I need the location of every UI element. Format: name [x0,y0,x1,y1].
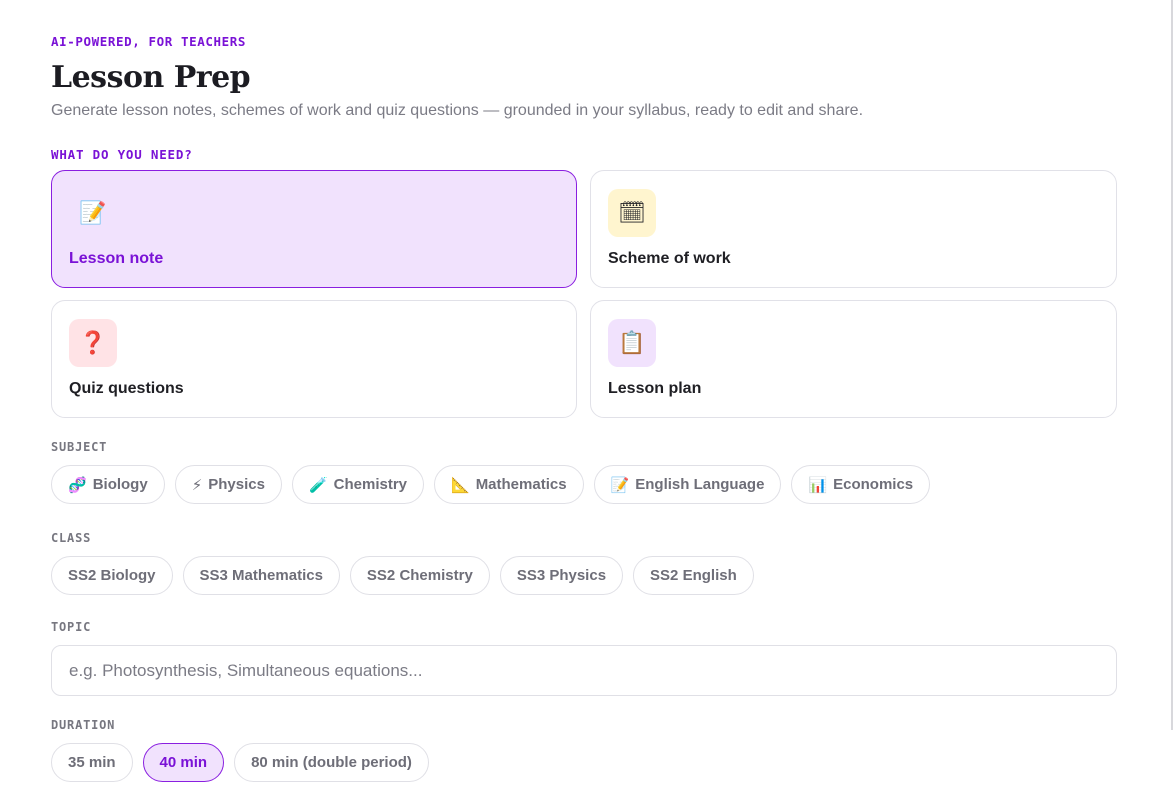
triangle-ruler-icon: 📐 [451,475,470,494]
subject-pill-label: Chemistry [333,476,407,493]
class-pill-ss3-physics[interactable]: SS3 Physics [499,556,624,595]
class-pill-ss2-chemistry[interactable]: SS2 Chemistry [349,556,490,595]
output-card-scheme-of-work[interactable]: 🗓 Scheme of work [590,170,1117,288]
memo-icon: 📝 [69,189,117,237]
subject-pill-row: 🧬 Biology ⚡ Physics 🧪 Chemistry 📐 Mathematic… [51,465,931,504]
subject-pill-biology[interactable]: 🧬 Biology [51,465,165,504]
subject-pill-economics[interactable]: 📊 Economics [791,465,931,504]
clipboard-icon: 📋 [608,319,656,367]
subject-pill-label: Mathematics [475,476,567,493]
topic-section-label: TOPIC [51,620,92,634]
bar-chart-icon: 📊 [808,475,828,494]
class-section-label: CLASS [51,531,92,545]
subject-pill-english-language[interactable]: 📝 English Language [593,465,782,504]
class-pill-ss3-mathematics[interactable]: SS3 Mathematics [182,556,340,595]
class-pill-row: SS2 Biology SS3 Mathematics SS2 Chemistr… [51,556,754,595]
page-title: Lesson Prep [51,60,251,95]
duration-pill-40-min[interactable]: 40 min [142,743,225,782]
duration-pill-35-min[interactable]: 35 min [51,743,133,782]
class-pill-ss2-biology[interactable]: SS2 Biology [51,556,173,595]
output-card-label: Quiz questions [69,380,184,397]
duration-pill-80-min[interactable]: 80 min (double period) [234,743,429,782]
output-card-label: Lesson note [69,250,164,267]
class-pill-ss2-english[interactable]: SS2 English [633,556,754,595]
output-card-lesson-plan[interactable]: 📋 Lesson plan [590,300,1117,418]
question-mark-icon: ❓ [69,319,117,367]
output-card-quiz-questions[interactable]: ❓ Quiz questions [51,300,577,418]
duration-section-label: DURATION [51,718,116,732]
topic-input[interactable] [51,645,1117,696]
subject-pill-label: Economics [833,476,914,493]
subject-pill-label: Physics [208,476,265,493]
eyebrow-tag: AI-POWERED, FOR TEACHERS [51,34,247,49]
need-section-label: WHAT DO YOU NEED? [51,147,193,162]
subject-pill-label: Biology [92,476,148,493]
output-type-grid: 📝 Lesson note 🗓 Scheme of work ❓ Quiz qu… [51,170,1117,418]
dna-icon: 🧬 [68,475,87,494]
duration-pill-row: 35 min 40 min 80 min (double period) [51,743,429,782]
calendar-icon: 🗓 [608,189,656,237]
subject-pill-mathematics[interactable]: 📐 Mathematics [434,465,584,504]
page-subtitle: Generate lesson notes, schemes of work a… [51,102,864,119]
memo-icon: 📝 [610,475,630,494]
output-card-label: Scheme of work [608,250,731,267]
test-tube-icon: 🧪 [308,475,328,494]
subject-pill-label: English Language [635,476,765,493]
subject-pill-chemistry[interactable]: 🧪 Chemistry [291,465,424,504]
output-card-label: Lesson plan [608,380,702,397]
output-card-lesson-note[interactable]: 📝 Lesson note [51,170,577,288]
subject-pill-physics[interactable]: ⚡ Physics [174,465,282,504]
subject-section-label: SUBJECT [51,440,108,454]
lightning-icon: ⚡ [191,475,203,494]
